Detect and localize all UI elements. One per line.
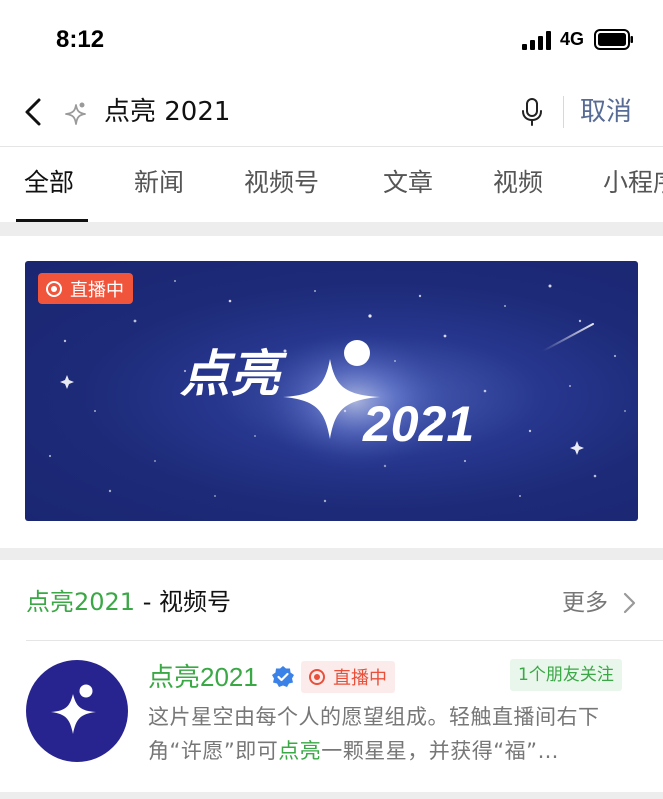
- banner-title-year: 2021: [362, 396, 474, 452]
- desc-keyword: 点亮: [278, 739, 322, 763]
- microphone-icon[interactable]: [520, 97, 544, 127]
- section-title: 点亮2021 - 视频号: [26, 584, 231, 620]
- banner-title-word: 点亮: [180, 345, 288, 403]
- status-bar: 8:12 4G: [0, 0, 663, 80]
- channel-name: 点亮2021: [148, 662, 258, 692]
- network-type: 4G: [560, 29, 585, 49]
- live-badge: 直播中: [38, 273, 133, 304]
- verified-badge-icon: [272, 666, 294, 687]
- channel-star-icon: [65, 102, 86, 125]
- search-tabs: 全部 新闻 视频号 文章 视频 小程序: [0, 146, 663, 222]
- chevron-right-icon[interactable]: [622, 592, 636, 614]
- live-indicator-icon: [309, 669, 325, 685]
- live-banner-card: 点亮 2021 直播中: [0, 236, 663, 548]
- section-gap: [0, 792, 663, 799]
- avatar-star-icon: [51, 684, 96, 734]
- search-input[interactable]: 点亮 2021: [104, 94, 230, 130]
- meteor-streak: [542, 323, 594, 352]
- logo-star-dot: [344, 340, 370, 366]
- tab-articles[interactable]: 文章: [383, 165, 433, 201]
- search-divider: [563, 96, 564, 128]
- status-time: 8:12: [56, 26, 105, 53]
- channels-section: 点亮2021 - 视频号 更多 点亮2021 直播中 1个朋友关注 这片星空由每…: [0, 560, 663, 792]
- item-live-tag: 直播中: [301, 661, 395, 693]
- friends-follow-tag: 1个朋友关注: [510, 659, 622, 691]
- tab-news[interactable]: 新闻: [134, 165, 184, 201]
- back-arrow-icon[interactable]: [22, 97, 46, 127]
- live-badge-label: 直播中: [70, 279, 124, 301]
- section-title-keyword: 点亮2021: [26, 588, 136, 616]
- battery-icon: [594, 29, 633, 50]
- desc-text-end: 一颗星星，并获得“福”…: [321, 739, 560, 763]
- live-indicator-icon: [46, 280, 62, 297]
- cancel-button[interactable]: 取消: [580, 94, 632, 130]
- section-gap: [0, 222, 663, 236]
- signal-icon: [522, 30, 552, 50]
- section-gap: [0, 548, 663, 560]
- tab-channels[interactable]: 视频号: [244, 165, 319, 201]
- channel-avatar: [26, 660, 128, 762]
- tab-mini-programs[interactable]: 小程序: [603, 165, 663, 201]
- item-live-label: 直播中: [333, 668, 387, 689]
- channel-result-item[interactable]: 点亮2021 直播中 1个朋友关注 这片星空由每个人的愿望组成。轻触直播间右下角…: [0, 642, 663, 792]
- sparkle-icon: [60, 375, 74, 389]
- channel-description: 这片星空由每个人的愿望组成。轻触直播间右下角“许愿”即可点亮一颗星星，并获得“福…: [148, 700, 640, 768]
- search-bar: 点亮 2021 取消: [0, 80, 663, 146]
- section-title-type: - 视频号: [135, 588, 231, 616]
- tab-videos[interactable]: 视频: [493, 165, 543, 201]
- live-banner[interactable]: 点亮 2021 直播中: [25, 261, 638, 521]
- section-divider: [26, 640, 663, 641]
- more-link[interactable]: 更多: [562, 586, 608, 620]
- sparkle-icon: [570, 441, 584, 455]
- tab-all[interactable]: 全部: [24, 165, 74, 201]
